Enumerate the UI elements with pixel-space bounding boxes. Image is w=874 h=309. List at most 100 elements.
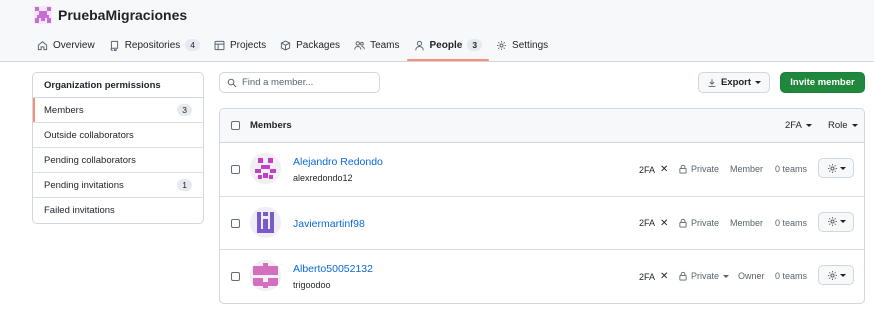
member-teams[interactable]: 0 teams	[775, 164, 807, 174]
visibility: Private	[678, 164, 719, 174]
twofa-filter-label: 2FA	[785, 120, 802, 131]
people-count: 3	[467, 39, 483, 51]
member-teams[interactable]: 0 teams	[775, 271, 807, 281]
sidebar-item-label: Members	[44, 104, 84, 116]
person-icon	[414, 40, 424, 50]
tab-settings[interactable]: Settings	[489, 30, 555, 60]
tab-packages[interactable]: Packages	[273, 30, 347, 60]
tab-people[interactable]: People 3	[406, 30, 490, 61]
lock-icon	[679, 164, 687, 174]
avatar[interactable]	[250, 206, 281, 238]
member-settings-button[interactable]	[818, 211, 854, 232]
role-filter-label: Role	[828, 120, 848, 131]
visibility-label: Private	[691, 217, 720, 228]
row-checkbox[interactable]	[231, 272, 240, 281]
sidebar-item-pending-invitations[interactable]: Pending invitations 1	[33, 173, 203, 198]
twofa-label: 2FA	[639, 218, 656, 228]
twofa-filter[interactable]: 2FA	[785, 120, 812, 131]
search-icon	[227, 78, 237, 87]
sidebar-item-outside-collaborators[interactable]: Outside collaborators	[33, 123, 203, 148]
avatar[interactable]	[250, 260, 281, 291]
member-settings-button[interactable]	[818, 265, 854, 285]
export-button[interactable]: Export	[698, 72, 770, 93]
search-input[interactable]	[242, 77, 377, 88]
member-role: Member	[730, 217, 764, 228]
chevron-down-icon	[839, 166, 846, 170]
visibility-label: Private	[691, 164, 720, 174]
sidebar-item-pending-collaborators[interactable]: Pending collaborators	[33, 148, 203, 173]
twofa-label: 2FA	[639, 164, 656, 175]
sidebar-item-members[interactable]: Members 3	[33, 98, 203, 123]
tab-projects-label: Projects	[230, 39, 267, 51]
tab-projects[interactable]: Projects	[207, 30, 273, 60]
gear-icon	[827, 163, 837, 173]
tab-overview-label: Overview	[53, 39, 95, 51]
sidebar-item-count: 1	[177, 179, 192, 191]
org-name[interactable]: PruebaMigraciones	[58, 7, 187, 23]
x-icon: ✕	[660, 271, 669, 282]
tab-overview[interactable]: Overview	[30, 30, 102, 60]
row-checkbox[interactable]	[231, 218, 240, 228]
org-title[interactable]: PruebaMigraciones	[34, 5, 187, 25]
lock-icon	[679, 271, 687, 281]
sidebar-title: Organization permissions	[33, 73, 203, 98]
people-icon	[354, 40, 365, 50]
visibility-label: Private	[691, 271, 720, 281]
sidebar-item-failed-invitations[interactable]: Failed invitations	[33, 198, 203, 223]
download-icon	[708, 78, 716, 87]
avatar[interactable]	[250, 153, 281, 184]
home-icon	[37, 40, 48, 50]
gear-icon	[497, 40, 507, 50]
select-all-checkbox[interactable]	[231, 121, 240, 130]
chevron-down-icon	[805, 123, 812, 127]
sidebar-item-label: Failed invitations	[44, 205, 115, 216]
members-table-header: Members 2FA Role	[220, 109, 864, 143]
members-table-title: Members	[250, 120, 292, 131]
member-search[interactable]	[219, 72, 380, 93]
sidebar-item-label: Pending collaborators	[44, 154, 136, 166]
org-header: PruebaMigraciones Overview Repositories …	[0, 0, 874, 62]
repo-icon	[110, 40, 118, 51]
tab-repositories-label: Repositories	[124, 39, 181, 51]
member-name-link[interactable]: Alejandro Redondo	[293, 156, 383, 168]
chevron-down-icon	[851, 123, 858, 127]
x-icon: ✕	[660, 217, 669, 229]
tab-teams[interactable]: Teams	[347, 30, 406, 60]
member-name-link[interactable]: Javiermartinf98	[293, 218, 365, 230]
members-table: Members 2FA Role Alejandro Redondo alexr…	[219, 108, 865, 304]
sidebar-item-label: Outside collaborators	[44, 129, 134, 141]
chevron-down-icon	[755, 81, 762, 84]
identicon	[250, 153, 281, 184]
package-icon	[281, 39, 291, 51]
visibility: Private	[678, 218, 719, 228]
sidebar-item-label: Pending invitations	[44, 179, 124, 191]
table-icon	[214, 40, 225, 50]
gear-icon	[827, 217, 837, 226]
chevron-down-icon	[839, 273, 846, 277]
member-settings-button[interactable]	[818, 158, 854, 178]
tab-repositories[interactable]: Repositories 4	[102, 30, 207, 60]
member-role: Member	[730, 164, 764, 174]
member-login: alexredondo12	[293, 173, 353, 183]
gear-icon	[827, 270, 837, 280]
member-login: trigoodoo	[293, 280, 331, 290]
x-icon: ✕	[660, 164, 669, 175]
org-avatar[interactable]	[34, 6, 52, 24]
chevron-down-icon	[839, 220, 846, 223]
row-checkbox[interactable]	[231, 165, 240, 174]
visibility-dropdown[interactable]: Private	[678, 271, 730, 281]
invite-member-button[interactable]: Invite member	[780, 72, 865, 93]
identicon	[250, 206, 281, 238]
sidebar-item-count: 3	[177, 104, 192, 116]
member-name-link[interactable]: Alberto50052132	[293, 263, 373, 275]
member-teams[interactable]: 0 teams	[775, 218, 807, 228]
twofa-status: 2FA ✕	[639, 271, 668, 282]
org-nav: Overview Repositories 4 Projects Package…	[30, 30, 555, 62]
export-label: Export	[720, 77, 752, 88]
table-row: Javiermartinf98 2FA ✕ Private Member 0 te…	[220, 197, 864, 250]
tab-people-label: People	[429, 39, 463, 51]
twofa-status: 2FA ✕	[639, 218, 668, 229]
role-filter[interactable]: Role	[828, 120, 858, 131]
repositories-count: 4	[185, 39, 201, 51]
twofa-label: 2FA	[639, 271, 656, 282]
